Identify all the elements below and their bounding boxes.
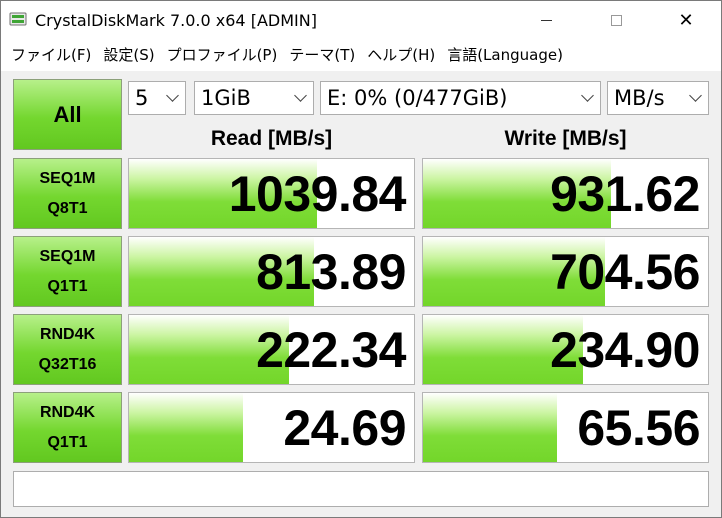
test-label-line1: RND4K [39, 325, 96, 343]
read-value: 222.34 [256, 321, 406, 378]
menu-language[interactable]: 言語(Language) [441, 44, 569, 65]
write-value: 234.90 [550, 321, 700, 378]
write-progress-bar [423, 393, 557, 462]
read-header: Read [MB/s] [210, 127, 333, 150]
write-value: 65.56 [577, 399, 700, 456]
menu-bar: ファイル(F) 設定(S) プロファイル(P) テーマ(T) ヘルプ(H) 言語… [1, 39, 721, 69]
chevron-down-icon [294, 89, 307, 102]
test-label-line1: RND4K [39, 403, 96, 421]
test-seq1m-q1t1-button[interactable]: SEQ1M Q1T1 [13, 236, 122, 307]
comment-field[interactable] [13, 471, 709, 507]
test-label-line1: SEQ1M [39, 247, 96, 265]
test-label-line2: Q8T1 [47, 199, 88, 217]
chevron-down-icon [689, 89, 702, 102]
menu-settings[interactable]: 設定(S) [97, 44, 160, 65]
chevron-down-icon [166, 89, 179, 102]
drive-select[interactable]: E: 0% (0/477GiB) [320, 81, 601, 115]
read-result-seq1m-q1t1: 813.89 [128, 236, 415, 307]
maximize-icon [610, 14, 622, 26]
test-rnd4k-q1t1-button[interactable]: RND4K Q1T1 [13, 392, 122, 463]
test-label-line2: Q1T1 [47, 433, 88, 451]
test-label-line1: SEQ1M [39, 169, 96, 187]
crystaldiskmark-app-icon [9, 12, 27, 26]
menu-profile[interactable]: プロファイル(P) [161, 44, 284, 65]
read-value: 1039.84 [228, 165, 407, 222]
minimize-button[interactable] [523, 1, 569, 39]
write-result-rnd4k-q1t1: 65.56 [422, 392, 709, 463]
write-result-seq1m-q8t1: 931.62 [422, 158, 709, 229]
write-value: 931.62 [550, 165, 700, 222]
minimize-icon [540, 19, 552, 21]
write-result-rnd4k-q32t16: 234.90 [422, 314, 709, 385]
window-title: CrystalDiskMark 7.0.0 x64 [ADMIN] [35, 11, 317, 30]
close-icon: ✕ [678, 9, 694, 31]
chevron-down-icon [581, 89, 594, 102]
drive-value: E: 0% (0/477GiB) [327, 86, 508, 110]
test-label-line2: Q32T16 [38, 355, 97, 373]
read-result-seq1m-q8t1: 1039.84 [128, 158, 415, 229]
test-count-value: 5 [135, 86, 149, 110]
write-header: Write [MB/s] [504, 127, 627, 150]
read-result-rnd4k-q1t1: 24.69 [128, 392, 415, 463]
write-result-seq1m-q1t1: 704.56 [422, 236, 709, 307]
test-label-line2: Q1T1 [47, 277, 88, 295]
test-size-select[interactable]: 1GiB [194, 81, 314, 115]
menu-help[interactable]: ヘルプ(H) [361, 44, 441, 65]
read-progress-bar [129, 393, 243, 462]
test-rnd4k-q32t16-button[interactable]: RND4K Q32T16 [13, 314, 122, 385]
unit-value: MB/s [614, 86, 665, 110]
main-panel: All 5 1GiB E: 0% (0/477GiB) MB/s Read [M… [1, 71, 721, 517]
test-seq1m-q8t1-button[interactable]: SEQ1M Q8T1 [13, 158, 122, 229]
close-button[interactable]: ✕ [663, 1, 709, 39]
read-value: 813.89 [256, 243, 406, 300]
all-button[interactable]: All [13, 79, 122, 150]
read-value: 24.69 [283, 399, 406, 456]
maximize-button[interactable] [593, 1, 639, 39]
title-bar: CrystalDiskMark 7.0.0 x64 [ADMIN] ✕ [1, 1, 721, 39]
menu-file[interactable]: ファイル(F) [5, 44, 97, 65]
read-result-rnd4k-q32t16: 222.34 [128, 314, 415, 385]
test-count-select[interactable]: 5 [128, 81, 186, 115]
test-size-value: 1GiB [201, 86, 251, 110]
write-value: 704.56 [550, 243, 700, 300]
unit-select[interactable]: MB/s [607, 81, 709, 115]
menu-theme[interactable]: テーマ(T) [283, 44, 361, 65]
